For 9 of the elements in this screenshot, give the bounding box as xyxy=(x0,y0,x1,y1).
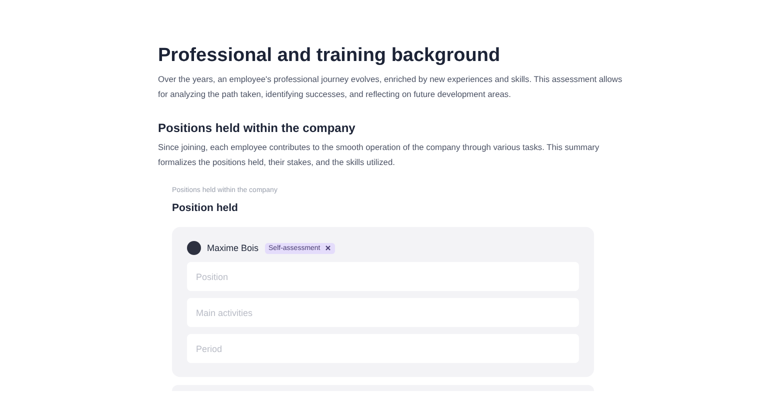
section-heading: Positions held within the company xyxy=(158,120,356,136)
page-title: Professional and training background xyxy=(158,44,502,68)
section-description: Since joining, each employee contributes to the smooth operation of the company through various tasks. This summary formalizes the positions held, their stakes, and the skills utilized. xyxy=(158,141,600,169)
input-field[interactable]: Main activities xyxy=(187,298,579,327)
input-field[interactable]: Period xyxy=(187,334,579,363)
input-field[interactable]: Position xyxy=(187,262,579,291)
intro-text: Over the years, an employee's professional journey evolves, enriched by new experiences and skills. This assessment allows for analyzing the path taken, identifying successes, and reflecting on future development areas. xyxy=(158,73,624,101)
question-label: Position held xyxy=(172,201,239,215)
author-name: Maxime Bois xyxy=(207,243,259,253)
